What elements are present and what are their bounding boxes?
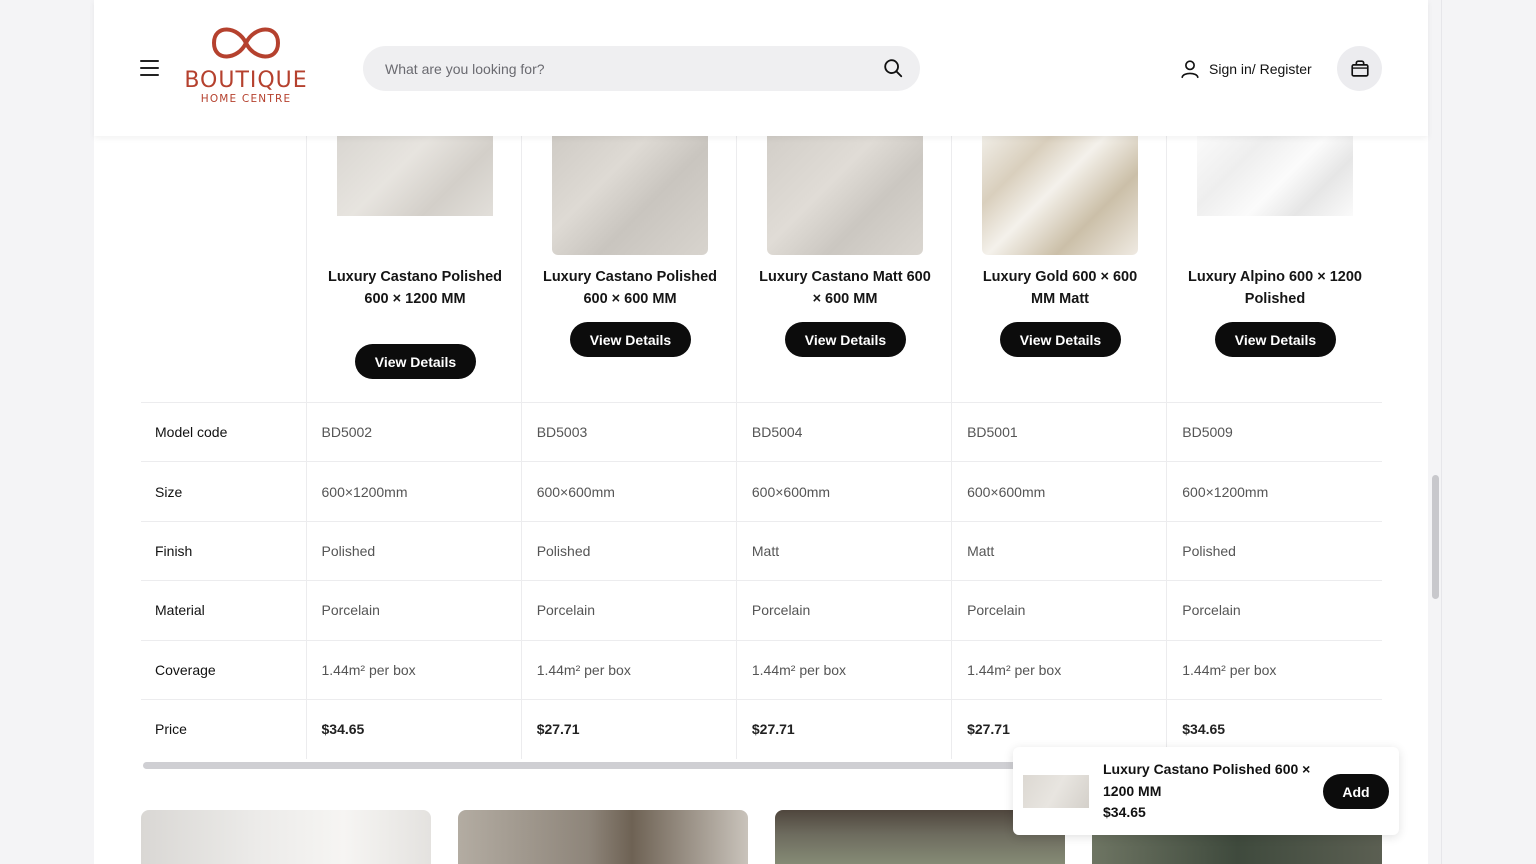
spec-value: 600×1200mm <box>1166 461 1382 522</box>
view-details-button[interactable]: View Details <box>355 344 476 379</box>
view-details-button[interactable]: View Details <box>1215 322 1336 357</box>
spec-value: 600×1200mm <box>305 461 522 522</box>
view-details-button[interactable]: View Details <box>785 322 906 357</box>
product-column: Luxury Alpino 600 × 1200 Polished View D… <box>1166 136 1381 403</box>
sign-in-label: Sign in/ Register <box>1209 61 1312 77</box>
spec-value: 1.44m² per box <box>520 639 737 700</box>
spec-value: Porcelain <box>520 580 737 641</box>
product-column: Luxury Castano Polished 600 × 600 MM Vie… <box>521 136 736 403</box>
spec-value: Polished <box>305 520 522 581</box>
table-row: Model code BD5002 BD5003 BD5004 BD5001 B… <box>141 401 1382 462</box>
gallery-image[interactable] <box>458 810 748 864</box>
price-value: $27.71 <box>735 698 952 759</box>
view-details-button[interactable]: View Details <box>570 322 691 357</box>
product-name[interactable]: Luxury Gold 600 × 600 MM Matt <box>972 266 1148 310</box>
sticky-product-thumbnail <box>1023 775 1089 808</box>
product-column: Luxury Gold 600 × 600 MM Matt View Detai… <box>951 136 1166 403</box>
spec-value: Porcelain <box>735 580 952 641</box>
horizontal-scrollbar[interactable] <box>143 762 1043 769</box>
spec-label: Coverage <box>141 639 306 700</box>
spec-value: BD5009 <box>1166 401 1382 462</box>
product-image[interactable] <box>552 136 708 255</box>
product-column: Luxury Castano Polished 600 × 1200 MM Vi… <box>306 136 521 403</box>
product-image[interactable] <box>337 136 493 216</box>
compare-products-header: Luxury Castano Polished 600 × 1200 MM Vi… <box>306 136 1382 403</box>
spec-value: BD5004 <box>735 401 952 462</box>
table-row: Material Porcelain Porcelain Porcelain P… <box>141 580 1382 641</box>
product-name[interactable]: Luxury Castano Matt 600 × 600 MM <box>757 266 933 310</box>
spec-value: Porcelain <box>951 580 1167 641</box>
product-name[interactable]: Luxury Castano Polished 600 × 1200 MM <box>327 266 503 310</box>
sticky-product-name: Luxury Castano Polished 600 × 1200 MM <box>1103 761 1311 799</box>
table-row: Finish Polished Polished Matt Matt Polis… <box>141 520 1382 581</box>
cart-button[interactable] <box>1337 46 1382 91</box>
brand-name: BOUTIQUE <box>184 68 308 93</box>
spec-value: Porcelain <box>305 580 522 641</box>
table-row: Size 600×1200mm 600×600mm 600×600mm 600×… <box>141 461 1382 522</box>
spec-value: 600×600mm <box>951 461 1167 522</box>
spec-label: Finish <box>141 520 306 581</box>
brand-subtitle: HOME CENTRE <box>200 93 292 105</box>
search-icon[interactable] <box>882 57 906 81</box>
shopping-bag-icon <box>1350 59 1369 77</box>
product-image[interactable] <box>1197 136 1353 216</box>
page-edge <box>1441 0 1442 864</box>
view-details-button[interactable]: View Details <box>1000 322 1121 357</box>
spec-value: Polished <box>1166 520 1382 581</box>
specs-table: Model code BD5002 BD5003 BD5004 BD5001 B… <box>141 401 1382 759</box>
table-row: Coverage 1.44m² per box 1.44m² per box 1… <box>141 639 1382 700</box>
spec-label: Price <box>141 698 306 759</box>
sticky-product-price: $34.65 <box>1103 804 1146 820</box>
sticky-add-to-cart: Luxury Castano Polished 600 × 1200 MM $3… <box>1013 747 1399 835</box>
spec-value: Polished <box>520 520 737 581</box>
spec-value: 1.44m² per box <box>305 639 522 700</box>
spec-value: Porcelain <box>1166 580 1382 641</box>
spec-value: 600×600mm <box>520 461 737 522</box>
spec-value: Matt <box>735 520 952 581</box>
brand-logo[interactable]: BOUTIQUE HOME CENTRE <box>180 18 312 116</box>
product-image[interactable] <box>767 136 923 255</box>
site-header: BOUTIQUE HOME CENTRE Sign in/ Register <box>94 0 1428 136</box>
price-value: $27.71 <box>520 698 737 759</box>
vertical-scrollbar[interactable] <box>1432 475 1439 599</box>
spec-value: BD5003 <box>520 401 737 462</box>
spec-label: Material <box>141 580 306 641</box>
spec-value: 600×600mm <box>735 461 952 522</box>
price-value: $34.65 <box>305 698 522 759</box>
spec-label: Model code <box>141 401 306 462</box>
spec-value: BD5001 <box>951 401 1167 462</box>
product-image[interactable] <box>982 136 1138 255</box>
spec-value: BD5002 <box>305 401 522 462</box>
product-name[interactable]: Luxury Castano Polished 600 × 600 MM <box>542 266 718 310</box>
spec-value: 1.44m² per box <box>1166 639 1382 700</box>
gallery-image[interactable] <box>141 810 431 864</box>
spec-label: Size <box>141 461 306 522</box>
user-icon <box>1181 60 1199 79</box>
search-bar <box>363 46 920 91</box>
infinity-logo-icon <box>211 27 281 59</box>
product-name[interactable]: Luxury Alpino 600 × 1200 Polished <box>1187 266 1363 310</box>
spec-value: Matt <box>951 520 1167 581</box>
menu-icon[interactable] <box>140 57 162 79</box>
product-column: Luxury Castano Matt 600 × 600 MM View De… <box>736 136 951 403</box>
sign-in-link[interactable]: Sign in/ Register <box>1179 57 1312 81</box>
spec-value: 1.44m² per box <box>735 639 952 700</box>
search-input[interactable] <box>385 46 865 91</box>
add-button[interactable]: Add <box>1323 774 1389 809</box>
spec-value: 1.44m² per box <box>951 639 1167 700</box>
